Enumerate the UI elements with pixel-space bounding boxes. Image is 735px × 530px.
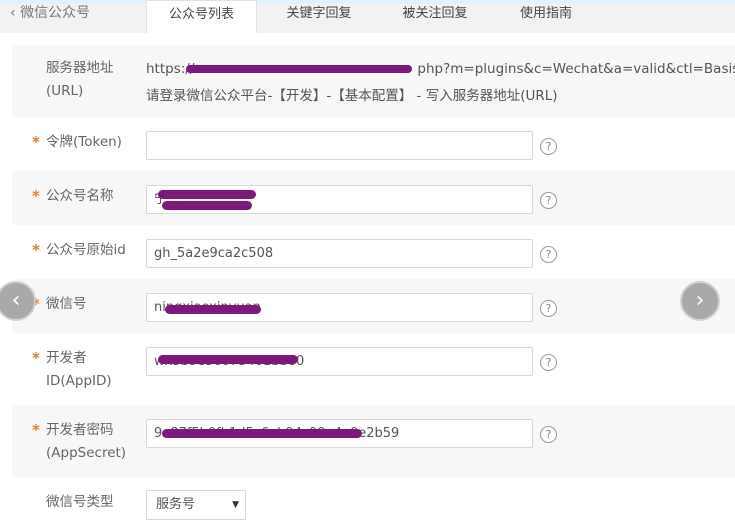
token-input[interactable]	[146, 131, 533, 160]
app-id-label-line2: ID(AppID)	[46, 373, 112, 389]
redaction-scribble	[165, 305, 261, 314]
server-url-label-line1: 服务器地址	[46, 60, 114, 76]
chevron-right-icon: ›	[695, 288, 705, 313]
chevron-left-icon: ‹	[10, 5, 21, 21]
next-arrow-button[interactable]: ›	[680, 281, 720, 321]
back-link-label: 微信公众号	[20, 5, 91, 21]
help-icon[interactable]: ?	[540, 192, 557, 209]
help-icon[interactable]: ?	[540, 426, 557, 443]
app-secret-label: 开发者密码 (AppSecret)	[46, 419, 126, 465]
chevron-left-icon: ‹	[11, 288, 21, 313]
tab-usage-guide[interactable]: 使用指南	[498, 0, 594, 33]
tab-bar: ‹ 微信公众号 公众号列表 关键字回复 被关注回复 使用指南	[0, 0, 735, 33]
app-id-label: 开发者 ID(AppID)	[46, 347, 112, 393]
original-id-input[interactable]: gh_5a2e9ca2c508	[146, 239, 533, 268]
tab-account-list[interactable]: 公众号列表	[146, 0, 257, 33]
wechat-id-label: 微信号	[46, 296, 87, 312]
required-mark: *	[32, 349, 40, 367]
account-type-selected: 服务号	[156, 497, 196, 512]
token-label: 令牌(Token)	[46, 134, 122, 150]
redaction-scribble	[162, 429, 362, 438]
app-secret-label-line1: 开发者密码	[46, 422, 114, 438]
required-mark: *	[32, 133, 40, 151]
account-type-row: 微信号类型	[12, 477, 735, 530]
redaction-scribble	[158, 355, 298, 364]
help-icon[interactable]: ?	[540, 246, 557, 263]
server-url-suffix: php?m=plugins&c=Wechat&a=valid&ctl=Basis…	[417, 61, 735, 77]
required-mark: *	[32, 187, 40, 205]
server-url-hint: 请登录微信公众平台-【开发】-【基本配置】 - 写入服务器地址(URL)	[146, 88, 558, 104]
server-url-row: 服务器地址 (URL)	[12, 45, 735, 117]
required-mark: *	[32, 241, 40, 259]
tab-follow-reply[interactable]: 被关注回复	[383, 0, 487, 33]
tab-keyword-reply[interactable]: 关键字回复	[265, 0, 373, 33]
back-link[interactable]: ‹ 微信公众号	[10, 2, 90, 22]
account-type-label: 微信号类型	[46, 494, 114, 510]
app-id-label-line1: 开发者	[46, 350, 87, 366]
required-mark: *	[32, 421, 40, 439]
account-type-select[interactable]: 服务号 ▼	[146, 490, 246, 520]
redaction-scribble	[162, 201, 252, 210]
server-url-label-line2: (URL)	[46, 83, 84, 99]
server-url-label: 服务器地址 (URL)	[46, 57, 114, 103]
original-id-label: 公众号原始id	[46, 242, 126, 258]
help-icon[interactable]: ?	[540, 138, 557, 155]
redaction-scribble	[158, 190, 256, 199]
redaction-scribble	[186, 65, 412, 73]
help-icon[interactable]: ?	[540, 300, 557, 317]
help-icon[interactable]: ?	[540, 354, 557, 371]
caret-down-icon: ▼	[232, 500, 239, 510]
app-secret-label-line2: (AppSecret)	[46, 445, 127, 461]
account-name-label: 公众号名称	[46, 188, 114, 204]
